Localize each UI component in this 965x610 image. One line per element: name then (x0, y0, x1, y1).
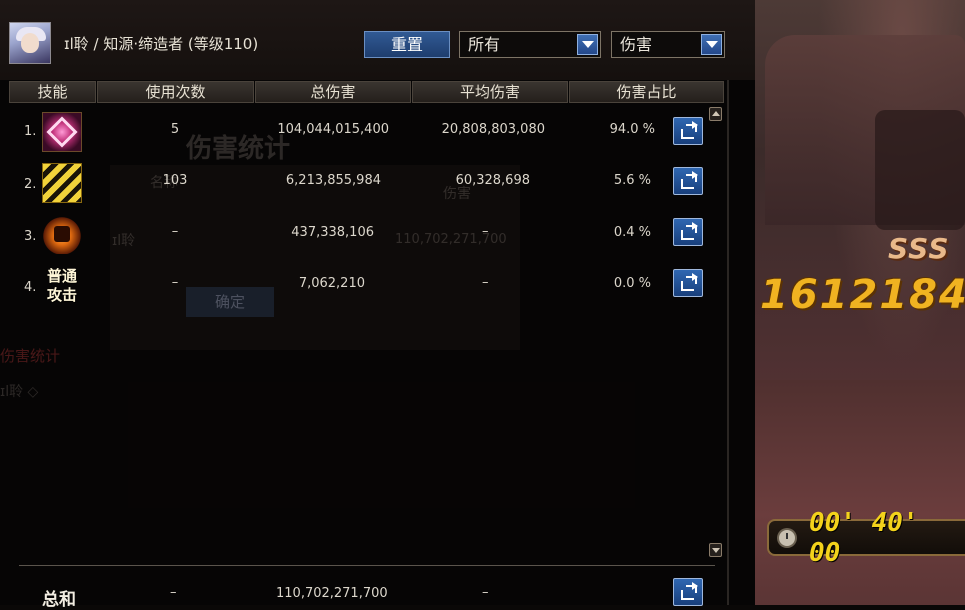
share-total-button[interactable] (673, 578, 703, 606)
table-row: 3. – 437,338,106 – 0.4 % (0, 212, 727, 262)
scene-floor (755, 380, 965, 605)
dungeon-timer: 00' 40' 00 (767, 508, 965, 568)
scroll-down-arrow-icon[interactable] (709, 543, 722, 557)
chevron-down-icon[interactable] (577, 34, 598, 55)
metric-filter-value: 伤害 (620, 35, 653, 54)
row-total-damage: 7,062,210 (298, 276, 365, 291)
table-row: 2. 103 6,213,855,984 60,328,698 5.6 % (0, 161, 727, 211)
share-button[interactable] (673, 218, 703, 246)
normal-attack-icon-text-2: 攻击 (46, 286, 77, 304)
row-damage-share: 0.4 % (613, 225, 651, 240)
scene-shadow-rock (875, 110, 965, 230)
background-name-label: ɪl聆 ◇ (0, 384, 39, 400)
totals-divider (19, 565, 715, 566)
row-total-damage: 437,338,106 (291, 225, 374, 240)
row-index: 4. (24, 280, 37, 295)
background-red-label: 伤害统计 (0, 347, 61, 365)
row-uses: – (171, 224, 179, 239)
row-avg-damage: – (482, 224, 489, 239)
row-uses: 103 (162, 173, 188, 188)
total-damage: 110,702,271,700 (276, 586, 388, 601)
row-index: 2. (24, 177, 37, 192)
share-button[interactable] (673, 117, 703, 145)
share-button[interactable] (673, 269, 703, 297)
row-avg-damage: – (482, 275, 489, 290)
row-uses: 5 (170, 122, 180, 137)
character-title: ɪl聆 / 知源·缔造者 (等级110) (64, 35, 259, 53)
row-total-damage: 104,044,015,400 (277, 122, 389, 137)
row-avg-damage: 20,808,803,080 (441, 122, 545, 137)
row-index: 3. (24, 229, 37, 244)
column-header-total-damage[interactable]: 总伤害 (255, 81, 411, 103)
panel-border (727, 80, 729, 605)
magic-seal-skill-icon (42, 112, 82, 152)
combo-rank-text: SSS (888, 232, 950, 265)
target-filter-dropdown[interactable]: 所有 (459, 31, 601, 58)
normal-attack-icon: 普通 攻击 (42, 267, 82, 307)
row-damage-share: 5.6 % (613, 173, 651, 188)
table-row: 4. 普通 攻击 – 7,062,210 – 0.0 % (0, 263, 727, 313)
row-uses: – (171, 275, 179, 290)
row-index: 1. (24, 124, 37, 139)
clock-icon (777, 527, 797, 548)
total-avg-damage: – (482, 585, 489, 600)
share-button[interactable] (673, 167, 703, 195)
target-filter-value: 所有 (468, 35, 501, 54)
row-total-damage: 6,213,855,984 (285, 173, 381, 188)
lightning-burst-skill-icon (42, 163, 82, 203)
table-row: 1. 5 104,044,015,400 20,808,803,080 94.0… (0, 110, 727, 160)
normal-attack-icon-text-1: 普通 (46, 267, 77, 285)
combo-damage-counter: 1612184 (760, 272, 965, 318)
column-header-skill[interactable]: 技能 (9, 81, 96, 103)
column-header-damage-share[interactable]: 伤害占比 (569, 81, 724, 103)
metric-filter-dropdown[interactable]: 伤害 (611, 31, 725, 58)
window-header: ɪl聆 / 知源·缔造者 (等级110) 重置 所有 伤害 (0, 0, 755, 80)
character-avatar (9, 22, 51, 64)
reset-button[interactable]: 重置 (364, 31, 450, 58)
column-header-uses[interactable]: 使用次数 (97, 81, 254, 103)
column-header-avg-damage[interactable]: 平均伤害 (412, 81, 568, 103)
timer-value: 00' 40' 00 (808, 507, 919, 568)
total-label: 总和 (42, 590, 76, 610)
row-damage-share: 94.0 % (609, 122, 655, 137)
scroll-up-arrow-icon[interactable] (709, 107, 722, 121)
total-uses: – (170, 585, 177, 600)
row-damage-share: 0.0 % (613, 276, 651, 291)
chevron-down-icon[interactable] (701, 34, 722, 55)
row-avg-damage: 60,328,698 (455, 173, 530, 188)
fire-emblem-skill-icon (42, 214, 82, 254)
